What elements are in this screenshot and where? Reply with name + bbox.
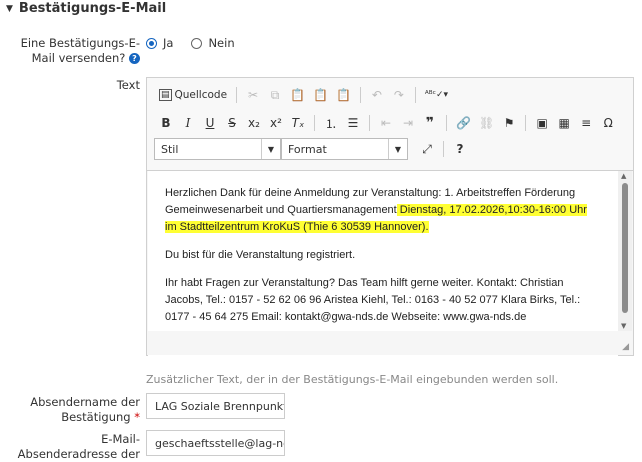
format-select[interactable]: Format ▼ (281, 138, 408, 160)
underline-icon[interactable]: U (201, 113, 219, 133)
numbered-list-icon[interactable]: ⒈ (322, 113, 340, 133)
image-icon[interactable]: ▣ (533, 113, 551, 133)
chevron-down-icon: ▼ (261, 139, 280, 159)
subscript-icon[interactable]: x₂ (245, 113, 263, 133)
editor-scrollbar[interactable]: ▲ ▼ (618, 171, 632, 331)
style-select[interactable]: Stil ▼ (154, 138, 281, 160)
content-paragraph-2: Du bist für die Veranstaltung registrier… (165, 249, 356, 261)
scrollbar-thumb[interactable] (622, 183, 628, 313)
undo-icon[interactable]: ↶ (368, 85, 386, 105)
source-icon: ▤ (159, 89, 172, 101)
radio-no-label[interactable]: Nein (208, 36, 234, 50)
toolbar-row-2: B I U S x₂ x² Tₓ ⒈ ☰ ⇤ ⇥ ❞ 🔗 ⛓ ⚑ ▣ ▦ ≡ Ω (157, 112, 617, 134)
radio-no[interactable] (191, 37, 203, 49)
text-label: Text (116, 78, 140, 92)
paste-word-icon[interactable]: 📋 (334, 85, 353, 105)
remove-format-icon[interactable]: Tₓ (289, 113, 307, 133)
resize-handle-icon[interactable]: ◢ (622, 342, 629, 352)
required-marker: * (134, 410, 140, 424)
sender-email-input[interactable]: geschaeftsstelle@lag-nd (146, 430, 285, 456)
scroll-down-icon[interactable]: ▼ (621, 322, 626, 330)
radio-yes-label[interactable]: Ja (163, 36, 173, 50)
horizontal-rule-icon[interactable]: ≡ (577, 113, 595, 133)
chevron-down-icon: ▼ (388, 139, 407, 159)
editor-toolbar: ▤ Quellcode ✂ ⧉ 📋 📋 📋 ↶ ↷ ᴬᴮᶜ✓▾ B I U S … (147, 78, 633, 171)
paste-text-icon[interactable]: 📋 (311, 85, 330, 105)
section-title: Bestätigungs-E-Mail (18, 1, 167, 16)
sender-name-input[interactable]: LAG Soziale Brennpunkt (146, 393, 285, 419)
rich-text-editor: ▤ Quellcode ✂ ⧉ 📋 📋 📋 ↶ ↷ ᴬᴮᶜ✓▾ B I U S … (146, 77, 634, 408)
redo-icon[interactable]: ↷ (390, 85, 408, 105)
about-icon[interactable]: ? (451, 139, 469, 159)
copy-icon[interactable]: ⧉ (266, 85, 284, 105)
toolbar-row-1: ▤ Quellcode ✂ ⧉ 📋 📋 📋 ↶ ↷ ᴬᴮᶜ✓▾ (157, 84, 450, 106)
editor-statusbar: ◢ (147, 331, 633, 355)
collapse-caret-icon[interactable]: ▼ (6, 4, 13, 14)
scroll-up-icon[interactable]: ▲ (621, 172, 626, 180)
link-icon[interactable]: 🔗 (454, 113, 473, 133)
section-header[interactable]: ▼ Bestätigungs-E-Mail (6, 1, 166, 16)
help-icon[interactable]: ? (129, 53, 140, 64)
confirm-radio-group: Ja Nein (146, 36, 235, 50)
spellcheck-icon[interactable]: ᴬᴮᶜ✓▾ (423, 85, 450, 105)
indent-icon[interactable]: ⇥ (399, 113, 417, 133)
blockquote-icon[interactable]: ❞ (421, 113, 439, 133)
source-button[interactable]: ▤ Quellcode (157, 85, 229, 105)
toolbar-row-3: Stil ▼ Format ▼ ⤢ ? (154, 138, 469, 160)
text-hint: Zusätzlicher Text, der in der Bestätigun… (146, 373, 559, 386)
cut-icon[interactable]: ✂ (244, 85, 262, 105)
anchor-flag-icon[interactable]: ⚑ (500, 113, 518, 133)
radio-yes[interactable] (146, 37, 157, 49)
confirm-label: Eine Bestätigungs-E- Mail versenden? ? (20, 36, 140, 65)
bold-icon[interactable]: B (157, 113, 175, 133)
outdent-icon[interactable]: ⇤ (377, 113, 395, 133)
content-paragraph-3: Ihr habt Fragen zur Veranstaltung? Das T… (165, 277, 581, 323)
strikethrough-icon[interactable]: S (223, 113, 241, 133)
content-paragraph-1: Herzlichen Dank für deine Anmeldung zur … (165, 187, 587, 233)
sender-email-label: E-Mail- Absenderadresse der (17, 432, 140, 461)
table-icon[interactable]: ▦ (555, 113, 573, 133)
unlink-icon[interactable]: ⛓ (477, 113, 496, 133)
italic-icon[interactable]: I (179, 113, 197, 133)
maximize-icon[interactable]: ⤢ (418, 139, 436, 159)
sender-name-label: Absendername der Bestätigung * (30, 395, 140, 424)
superscript-icon[interactable]: x² (267, 113, 285, 133)
bullet-list-icon[interactable]: ☰ (344, 113, 362, 133)
paste-icon[interactable]: 📋 (288, 85, 307, 105)
special-char-icon[interactable]: Ω (599, 113, 617, 133)
